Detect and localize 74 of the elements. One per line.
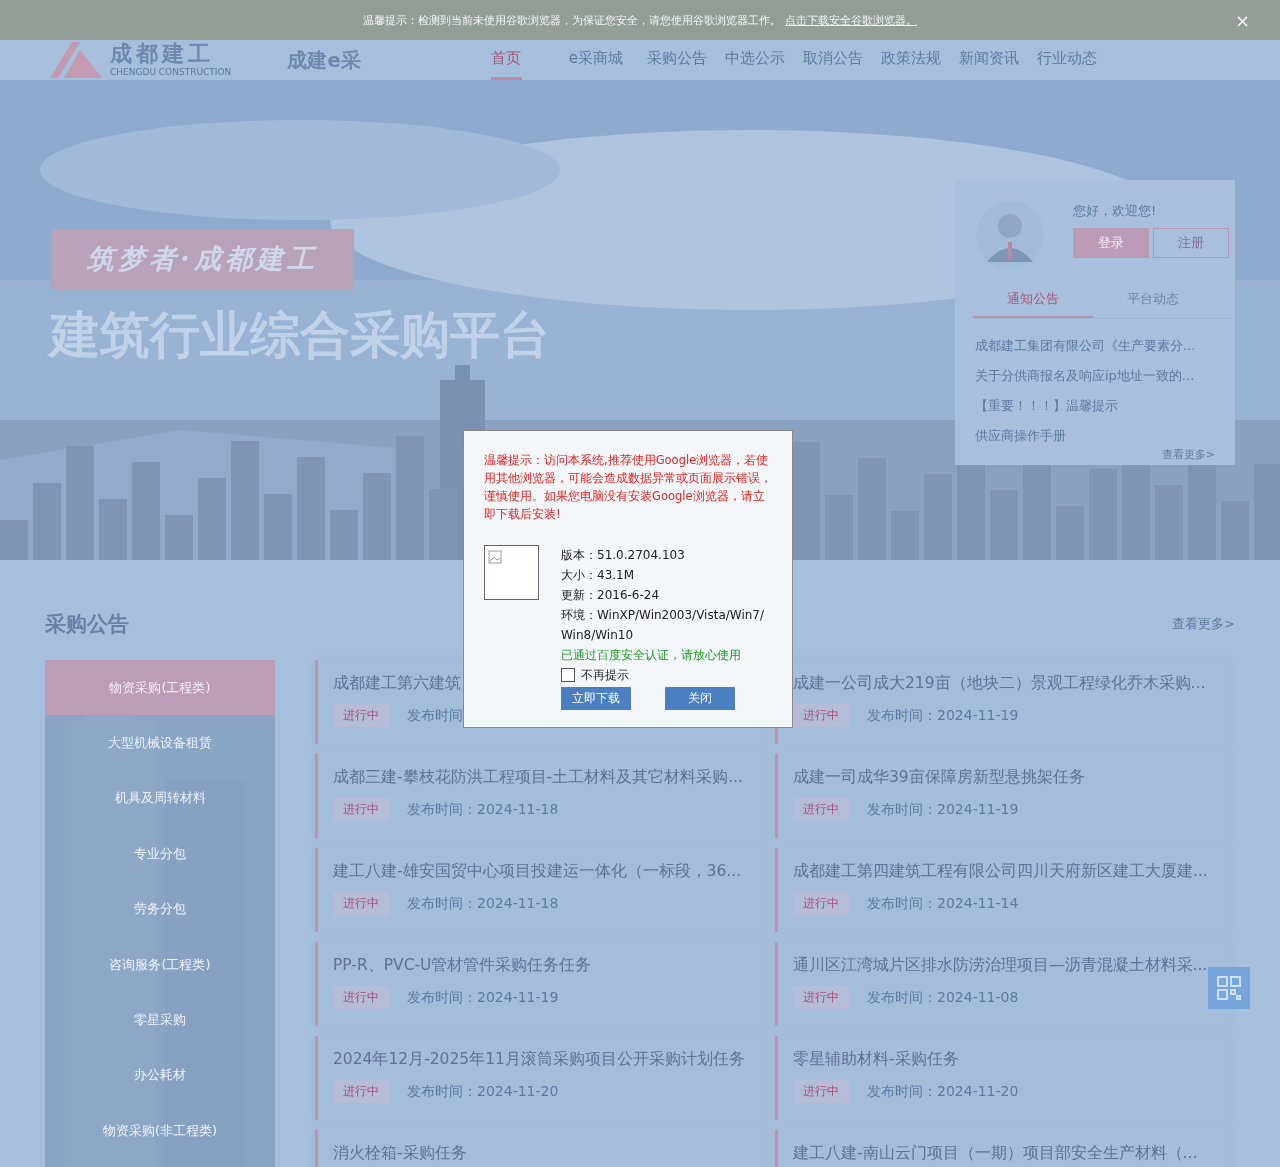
status-tag: 进行中 xyxy=(793,704,849,727)
nav-item[interactable]: 行业动态 xyxy=(1036,40,1115,80)
announcement-title[interactable]: 零星辅助材料-采购任务 xyxy=(793,1049,1230,1070)
panel-tab[interactable]: 通知公告 xyxy=(973,284,1093,318)
login-button[interactable]: 登录 xyxy=(1073,228,1149,258)
announcement-title[interactable]: 建工八建-南山云门项目（一期）项目部安全生产材料（... xyxy=(793,1143,1230,1164)
more-link[interactable]: 查看更多> xyxy=(1161,447,1215,462)
status-tag: 进行中 xyxy=(793,798,849,821)
publish-date: 发布时间：2024-11-20 xyxy=(867,1082,1019,1101)
publish-date: 发布时间：2024-11-20 xyxy=(407,1082,559,1101)
category-item[interactable]: 专业分包 xyxy=(45,826,275,882)
warning-message: 温馨提示：访问本系统,推荐使用Google浏览器，若使用其他浏览器，可能会造成数据异常或页面展示错误，谨慎使用。如果您电脑没有安装Google浏览器，请立即下载后安装! xyxy=(484,452,772,523)
register-button[interactable]: 注册 xyxy=(1153,228,1229,258)
publish-date: 发布时间：2024-11-18 xyxy=(407,894,559,913)
qr-code-icon[interactable] xyxy=(1208,967,1250,1009)
publish-date: 发布时间：2024-11-14 xyxy=(867,894,1019,913)
publish-date: 发布时间：2024-11-19 xyxy=(867,800,1019,819)
category-item[interactable]: 咨询服务(工程类) xyxy=(45,936,275,993)
announcement-title[interactable]: 建工八建-雄安国贸中心项目投建运一体化（一标段，36... xyxy=(333,861,765,882)
nav-item[interactable]: 首页 xyxy=(490,40,569,80)
version-detail: 更新：2016-6-24 xyxy=(561,587,661,604)
notice-link[interactable]: 成都建工集团有限公司《生产要素分... xyxy=(975,331,1215,361)
nav-item[interactable]: 取消公告 xyxy=(802,40,881,80)
status-tag: 进行中 xyxy=(793,892,849,915)
more-link[interactable]: 查看更多> xyxy=(1172,615,1235,633)
status-tag: 进行中 xyxy=(333,798,389,821)
version-detail: 环境：WinXP/Win2003/Vista/Win7/Win8/Win10 xyxy=(561,607,765,644)
close-button[interactable]: 关闭 xyxy=(665,687,735,710)
download-button[interactable]: 立即下载 xyxy=(561,687,631,710)
logo-subtitle: CHENGDU CONSTRUCTION xyxy=(110,68,232,77)
download-link[interactable]: 点击下载安全谷歌浏览器。 xyxy=(785,12,917,28)
nav-item[interactable]: 采购公告 xyxy=(646,40,725,80)
logo-icon xyxy=(50,42,102,78)
announcement-title[interactable]: 成都三建-攀枝花防洪工程项目-土工材料及其它材料采购... xyxy=(333,767,765,788)
category-item[interactable]: 机具及周转材料 xyxy=(45,770,275,827)
announcement-title[interactable]: 2024年12月-2025年11月滚筒采购项目公开采购计划任务 xyxy=(333,1049,765,1070)
close-icon[interactable]: × xyxy=(1234,10,1250,31)
nav-item[interactable]: 新闻资讯 xyxy=(958,40,1037,80)
dont-show-checkbox[interactable]: 不再提示 xyxy=(561,665,772,685)
version-detail: 大小：43.1M xyxy=(561,567,636,584)
version-detail: 版本：51.0.2704.103 xyxy=(561,547,686,564)
publish-date: 发布时间：2024-11-19 xyxy=(867,706,1019,725)
category-item[interactable]: 办公耗材 xyxy=(45,1047,275,1104)
announcement-title[interactable]: PP-R、PVC-U管材管件采购任务任务 xyxy=(333,955,765,976)
category-item[interactable]: 物资采购(非工程类) xyxy=(45,1103,275,1159)
nav-item[interactable]: 中选公示 xyxy=(724,40,803,80)
announcement-title[interactable]: 通川区江湾城片区排水防涝治理项目—沥青混凝土材料采... xyxy=(793,955,1230,976)
publish-date: 发布时间：2024-11-19 xyxy=(407,988,559,1007)
publish-date: 发布时间 xyxy=(407,706,463,725)
notice-link[interactable]: 【重要！！！】温馨提示 xyxy=(975,391,1215,421)
publish-date: 发布时间：2024-11-18 xyxy=(407,800,559,819)
status-tag: 进行中 xyxy=(793,986,849,1009)
status-tag: 进行中 xyxy=(333,704,389,727)
category-item[interactable]: 零星采购 xyxy=(45,992,275,1048)
category-item[interactable]: 物资采购(工程类) xyxy=(45,660,275,716)
status-tag: 进行中 xyxy=(333,892,389,915)
category-item[interactable]: 劳务分包 xyxy=(45,881,275,937)
announcement-title[interactable]: 成建一司成华39亩保障房新型悬挑架任务 xyxy=(793,767,1230,788)
nav-item[interactable]: 政策法规 xyxy=(880,40,959,80)
announcement-title[interactable]: 成都建工第四建筑工程有限公司四川天府新区建工大厦建... xyxy=(793,861,1230,882)
status-tag: 进行中 xyxy=(333,986,389,1009)
verified-text: 已通过百度安全认证，请放心使用 xyxy=(561,647,742,664)
broken-image-icon xyxy=(488,550,502,564)
avatar-icon xyxy=(975,200,1045,270)
section-title: 采购公告 xyxy=(45,611,129,638)
announcement-title[interactable]: 消火栓箱-采购任务 xyxy=(333,1143,765,1164)
category-item[interactable]: 大型机械设备租赁 xyxy=(45,715,275,771)
publish-date: 发布时间：2024-11-08 xyxy=(867,988,1019,1007)
announcement-title[interactable]: 成建一公司成大219亩（地块二）景观工程绿化乔木采购... xyxy=(793,673,1230,694)
greeting-text: 您好，欢迎您! xyxy=(1073,202,1158,220)
status-tag: 进行中 xyxy=(793,1080,849,1103)
nav-item[interactable]: e采商城 xyxy=(568,40,647,80)
status-tag: 进行中 xyxy=(333,1080,389,1103)
notice-text: 温馨提示：检测到当前未使用谷歌浏览器，为保证您安全，请您使用谷歌浏览器工作。 xyxy=(363,12,781,28)
